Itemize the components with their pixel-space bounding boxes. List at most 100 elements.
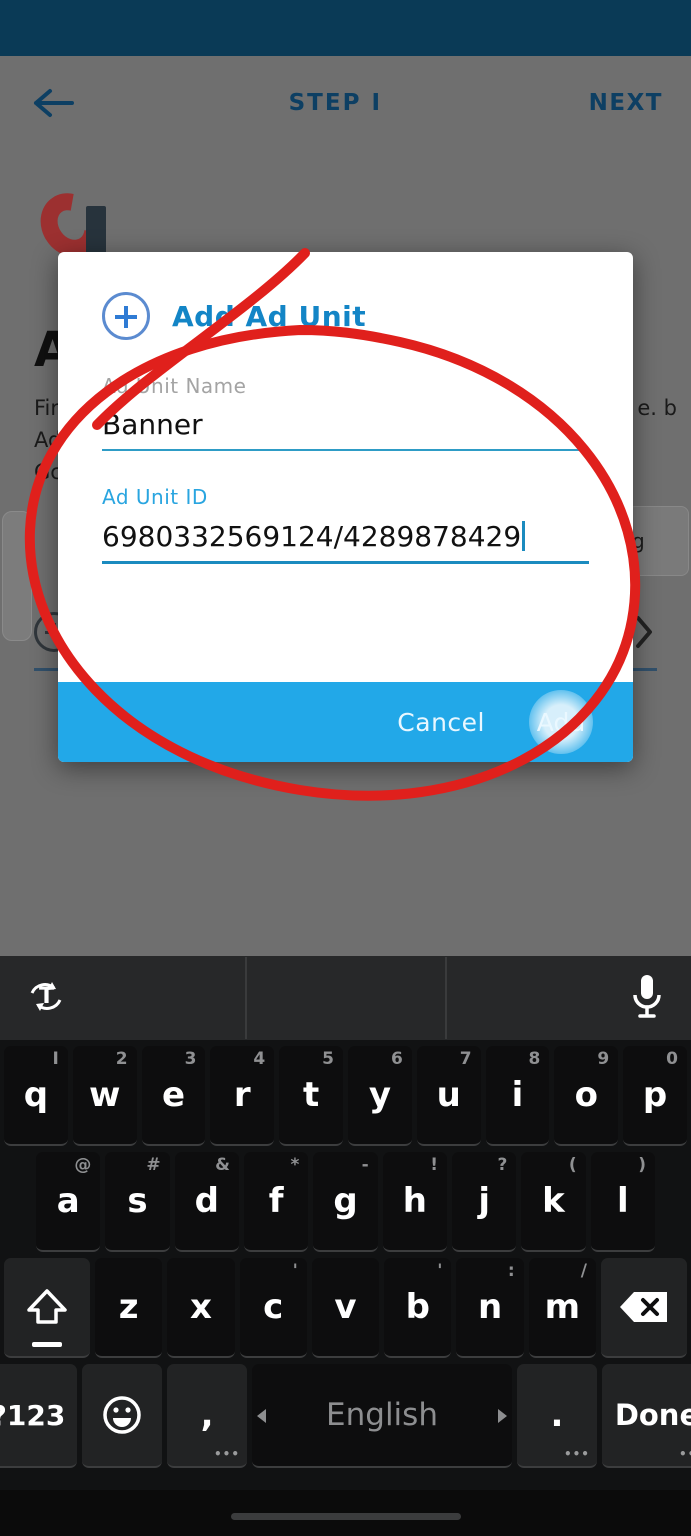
key-w[interactable]: 2w — [72, 1046, 137, 1146]
gesture-pill[interactable] — [230, 1513, 461, 1520]
key-w-alt: 2 — [115, 1049, 128, 1069]
dialog-body: Add Ad Unit Ad Unit Name Banner Ad Unit … — [58, 252, 633, 682]
key-b-label: b — [405, 1287, 430, 1327]
key-c-label: c — [263, 1287, 284, 1327]
key-m-label: m — [544, 1287, 581, 1327]
key-m-alt: / — [580, 1261, 587, 1281]
shift-up-icon[interactable] — [4, 1258, 91, 1358]
key-b[interactable]: ' b — [384, 1258, 452, 1358]
key-j-alt: ? — [497, 1155, 508, 1175]
comma-key-label: , — [200, 1395, 214, 1435]
key-y[interactable]: 6y — [348, 1046, 412, 1146]
key-r-alt: 4 — [253, 1049, 266, 1069]
key-g[interactable]: -g — [313, 1152, 378, 1252]
period-key[interactable]: . ••• — [516, 1364, 597, 1468]
long-press-dots: ••• — [214, 1447, 241, 1461]
gesture-navigation-bar — [0, 1490, 691, 1536]
key-n[interactable]: :n — [456, 1258, 524, 1358]
key-w-label: w — [89, 1075, 121, 1115]
key-y-label: y — [368, 1075, 391, 1115]
background-paragraph-right: e. b — [637, 396, 677, 420]
key-l-alt: ) — [638, 1155, 646, 1175]
key-n-alt: : — [507, 1261, 515, 1281]
space-key[interactable]: English — [252, 1364, 512, 1468]
backspace-icon[interactable] — [600, 1258, 687, 1358]
key-r[interactable]: 4r — [210, 1046, 275, 1146]
key-i-alt: 8 — [528, 1049, 541, 1069]
cancel-button[interactable]: Cancel — [397, 708, 485, 737]
key-c[interactable]: ' c — [239, 1258, 307, 1358]
ad-unit-id-value: 6980332569124/4289878429 — [102, 519, 522, 553]
key-q-alt: I — [52, 1049, 59, 1069]
key-l[interactable]: ) l — [590, 1152, 655, 1252]
keyboard-row-4: ?123 , ••• — [0, 1364, 691, 1468]
key-d[interactable]: & d — [174, 1152, 239, 1252]
key-p[interactable]: 0p — [623, 1046, 687, 1146]
done-key-label: Done — [614, 1398, 691, 1432]
key-j-label: j — [478, 1181, 490, 1221]
comma-key[interactable]: , ••• — [167, 1364, 248, 1468]
ad-unit-name-field[interactable]: Ad Unit Name Banner — [102, 376, 589, 451]
key-h-alt: ! — [430, 1155, 438, 1175]
key-f-alt: * — [290, 1155, 300, 1175]
ad-unit-id-label: Ad Unit ID — [102, 484, 208, 509]
key-v[interactable]: v — [311, 1258, 380, 1358]
key-f[interactable]: * f — [244, 1152, 309, 1252]
ad-unit-id-value-row[interactable]: 6980332569124/4289878429 — [102, 519, 589, 561]
key-k[interactable]: (k — [521, 1152, 586, 1252]
ad-unit-name-underline — [102, 448, 589, 451]
key-u[interactable]: 7u — [416, 1046, 481, 1146]
key-o[interactable]: 9o — [554, 1046, 619, 1146]
triangle-right-icon[interactable] — [492, 1395, 512, 1435]
microphone-icon[interactable] — [627, 970, 667, 1026]
period-key-label: . — [550, 1395, 564, 1435]
key-h[interactable]: ! h — [382, 1152, 447, 1252]
dialog-footer: Cancel Add — [58, 682, 633, 762]
key-x[interactable]: x — [167, 1258, 235, 1358]
key-z-label: z — [118, 1287, 139, 1327]
background-chip-right: g — [627, 506, 689, 576]
add-ad-unit-dialog: Add Ad Unit Ad Unit Name Banner Ad Unit … — [58, 252, 633, 762]
key-z[interactable]: z — [95, 1258, 163, 1358]
add-button-label: Add — [536, 707, 586, 737]
key-d-alt: & — [215, 1155, 230, 1175]
app-bar: STEP I NEXT — [0, 56, 691, 150]
key-u-alt: 7 — [459, 1049, 472, 1069]
triangle-left-icon[interactable] — [252, 1395, 272, 1435]
done-key[interactable]: Done ••• — [601, 1364, 691, 1468]
key-a[interactable]: @ a — [36, 1152, 101, 1252]
key-s-alt: # — [146, 1155, 161, 1175]
key-i-label: i — [511, 1075, 524, 1115]
key-f-label: f — [268, 1181, 284, 1221]
key-s[interactable]: # s — [105, 1152, 170, 1252]
key-k-alt: ( — [568, 1155, 577, 1175]
translate-icon[interactable]: T — [24, 971, 70, 1025]
phone-screen: STEP I NEXT A Fir Ad Gc e. b g Add Ad Un… — [0, 0, 691, 1536]
key-l-label: l — [616, 1181, 629, 1221]
add-button[interactable]: Add — [529, 690, 593, 754]
ad-unit-id-field[interactable]: Ad Unit ID 6980332569124/4289878429 — [102, 487, 589, 564]
key-u-label: u — [436, 1075, 461, 1115]
key-i[interactable]: 8i — [485, 1046, 550, 1146]
symbols-key[interactable]: ?123 — [0, 1364, 78, 1468]
key-y-alt: 6 — [390, 1049, 403, 1069]
key-m[interactable]: / m — [528, 1258, 596, 1358]
key-p-alt: 0 — [666, 1049, 678, 1069]
ad-unit-id-underline — [102, 560, 589, 564]
back-arrow-icon[interactable] — [28, 83, 82, 123]
key-t[interactable]: 5t — [279, 1046, 343, 1146]
next-button[interactable]: NEXT — [589, 90, 663, 116]
emoji-smiley-icon[interactable] — [82, 1364, 163, 1468]
key-c-alt: ' — [292, 1261, 298, 1281]
key-r-label: r — [233, 1075, 251, 1115]
ad-unit-name-value[interactable]: Banner — [102, 409, 589, 449]
key-e[interactable]: 3e — [141, 1046, 206, 1146]
key-j[interactable]: ? j — [451, 1152, 517, 1252]
key-t-alt: 5 — [322, 1049, 334, 1069]
key-q[interactable]: Iq — [4, 1046, 68, 1146]
keyboard-row-2: @ a # s & d * f -g ! h ? j (k ) l — [4, 1152, 687, 1252]
chevron-right-icon[interactable] — [633, 614, 655, 650]
key-o-label: o — [574, 1075, 598, 1115]
key-e-label: e — [161, 1075, 186, 1115]
key-p-label: p — [642, 1075, 668, 1115]
